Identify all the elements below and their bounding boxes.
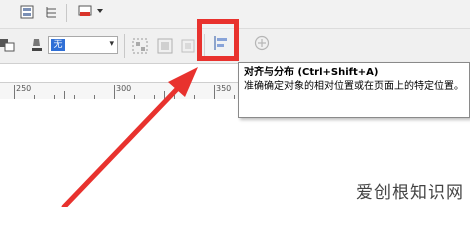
watermark: 爱创根知识网 [356, 183, 464, 203]
annotation-arrow [61, 67, 198, 207]
